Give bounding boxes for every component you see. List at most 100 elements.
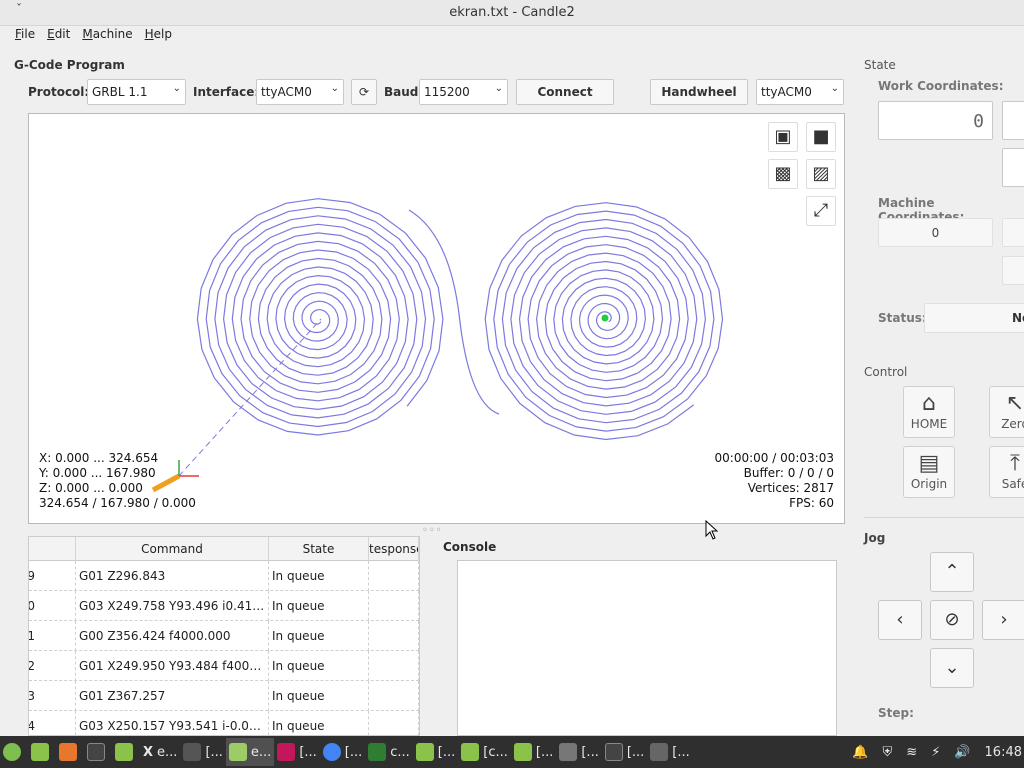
taskbar-item-label: [...: [299, 744, 317, 760]
menu-help[interactable]: Help: [139, 26, 178, 46]
command-cell: G00 Z356.424 f4000.000: [76, 621, 269, 651]
column-header-command[interactable]: Command: [76, 537, 269, 561]
chevron-down-icon: ⌄: [330, 83, 339, 94]
firefox-launcher[interactable]: [56, 738, 84, 766]
work-coords-label: Work Coordinates:: [878, 79, 1004, 93]
shield-icon[interactable]: ⛨: [883, 745, 893, 760]
gcode-visualizer[interactable]: ▣ ■ ▩ ▨ ⤢ X: 0.000 ... 324.654 Y: 0.000 …: [28, 113, 845, 524]
gcode-table[interactable]: Command State tesponse 59G01 Z296.843In …: [28, 536, 420, 736]
machine-x-field: 0: [878, 218, 993, 247]
state-title: State: [864, 58, 896, 72]
splitter-handle[interactable]: ◦◦◦: [422, 525, 443, 536]
terminal-launcher[interactable]: [84, 738, 112, 766]
work-z-field[interactable]: [1002, 148, 1024, 187]
line-number-cell: 64: [29, 711, 76, 735]
jog-stop-button[interactable]: ⊘: [930, 600, 974, 640]
menu-edit[interactable]: Edit: [41, 26, 76, 46]
taskbar-item-10[interactable]: [...: [602, 738, 647, 766]
divider: [864, 517, 1024, 518]
table-row[interactable]: 62G01 X249.950 Y93.484 f4000.000In queue: [29, 651, 419, 681]
line-number-cell: 63: [29, 681, 76, 711]
column-header-line[interactable]: [29, 537, 76, 561]
column-header-state[interactable]: State: [269, 537, 369, 561]
show-desktop-button[interactable]: [28, 738, 56, 766]
fit-view-icon[interactable]: ⤢: [806, 196, 836, 226]
refresh-button[interactable]: ⟳: [351, 79, 377, 105]
jog-title: Jog: [864, 531, 886, 545]
taskbar-item-9[interactable]: [...: [556, 738, 601, 766]
title-bar: ˇ ekran.txt - Candle2: [0, 0, 1024, 26]
view-top-icon[interactable]: ■: [806, 122, 836, 152]
browser-icon: [59, 743, 77, 761]
handwheel-button[interactable]: Handwheel: [650, 79, 748, 105]
response-cell: [369, 621, 419, 651]
view-iso-icon[interactable]: ▣: [768, 122, 798, 152]
wifi-icon[interactable]: ≋: [906, 745, 917, 760]
table-row[interactable]: 59G01 Z296.843In queue: [29, 561, 419, 591]
current-position-marker: [601, 314, 609, 322]
view-front-icon[interactable]: ▩: [768, 159, 798, 189]
app-icon: [183, 743, 202, 761]
step-label: Step:: [878, 706, 914, 720]
origin-button[interactable]: ▤ Origin: [903, 446, 955, 498]
table-row[interactable]: 64G03 X250.157 Y93.541 i-0.095 j...In qu…: [29, 711, 419, 735]
interface-select[interactable]: ttyACM0 ⌄: [256, 79, 344, 105]
connect-button[interactable]: Connect: [516, 79, 614, 105]
fps-readout: FPS: 60: [789, 496, 834, 510]
jog-up-button[interactable]: ⌃: [930, 552, 974, 592]
taskbar-item-8[interactable]: [...: [511, 738, 556, 766]
handwheel-port-value: ttyACM0: [761, 85, 812, 99]
menu-bar: File Edit Machine Help: [0, 26, 1024, 46]
view-left-icon[interactable]: ▨: [806, 159, 836, 189]
response-cell: [369, 711, 419, 735]
protocol-select[interactable]: GRBL 1.1 ⌄: [87, 79, 186, 105]
taskbar-item-1[interactable]: Xe...: [140, 738, 180, 766]
work-x-field[interactable]: 0: [878, 101, 993, 140]
power-icon[interactable]: ⚡: [931, 745, 940, 760]
safe-button[interactable]: ⤒ Safe: [989, 446, 1024, 498]
volume-icon[interactable]: 🔊: [954, 745, 970, 760]
clock[interactable]: 16:48: [985, 745, 1022, 760]
taskbar-item-label: c...: [390, 744, 410, 760]
taskbar-item-2[interactable]: [...: [180, 738, 225, 766]
state-cell: In queue: [269, 681, 369, 711]
work-y-field[interactable]: [1002, 101, 1024, 140]
taskbar-item-6[interactable]: [...: [413, 738, 458, 766]
baud-select[interactable]: 115200 ⌄: [419, 79, 508, 105]
taskbar-item-label: [c...: [483, 744, 508, 760]
home-button[interactable]: ⌂ HOME: [903, 386, 955, 438]
start-menu-button[interactable]: [0, 738, 28, 766]
interface-label: Interface:: [193, 85, 260, 99]
files-launcher[interactable]: [112, 738, 140, 766]
taskbar-item-candle[interactable]: e...: [225, 738, 275, 766]
work-x-value: 0: [973, 111, 984, 132]
desktop-icon: [31, 743, 49, 761]
size-readout: 324.654 / 167.980 / 0.000: [39, 496, 196, 510]
taskbar-item-4[interactable]: [...: [320, 738, 365, 766]
jog-down-button[interactable]: ⌄: [930, 648, 974, 688]
jog-right-button[interactable]: ›: [982, 600, 1024, 640]
zero-icon: ↖: [1005, 391, 1024, 416]
column-header-response[interactable]: tesponse: [369, 537, 419, 561]
table-row[interactable]: 61G00 Z356.424 f4000.000In queue: [29, 621, 419, 651]
notification-bell-icon[interactable]: 🔔: [852, 745, 868, 760]
handwheel-port-select[interactable]: ttyACM0 ⌄: [756, 79, 844, 105]
menu-machine[interactable]: Machine: [76, 26, 138, 46]
console-output[interactable]: [457, 560, 837, 736]
table-row[interactable]: 60G03 X249.758 Y93.496 i0.411 j0....In q…: [29, 591, 419, 621]
taskbar-item-11[interactable]: [...: [647, 738, 692, 766]
console-title: Console: [443, 540, 497, 554]
taskbar-item-3[interactable]: [...: [274, 738, 319, 766]
table-row[interactable]: 63G01 Z367.257In queue: [29, 681, 419, 711]
origin-label: Origin: [910, 477, 948, 491]
taskbar-item-label: [...: [626, 744, 645, 760]
taskbar-item-5[interactable]: c...: [365, 738, 413, 766]
time-readout: 00:00:00 / 00:03:03: [714, 451, 834, 465]
menu-file[interactable]: File: [9, 26, 41, 46]
state-cell: In queue: [269, 711, 369, 735]
state-cell: In queue: [269, 651, 369, 681]
jog-left-button[interactable]: ‹: [878, 600, 922, 640]
protocol-label: Protocol:: [28, 85, 90, 99]
zero-button[interactable]: ↖ Zero: [989, 386, 1024, 438]
taskbar-item-7[interactable]: [c...: [458, 738, 511, 766]
